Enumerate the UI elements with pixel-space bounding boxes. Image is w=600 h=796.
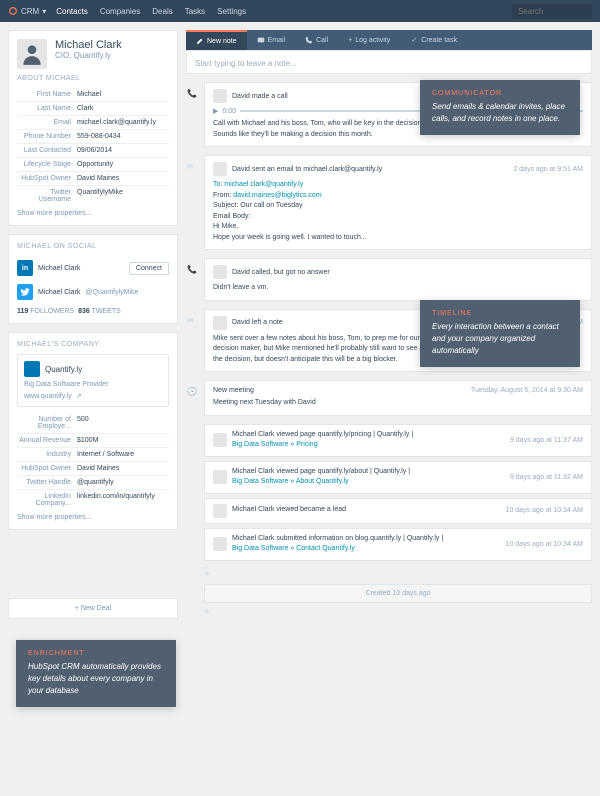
show-more-contact[interactable]: Show more properties... (17, 210, 169, 217)
property-row: Lifecycle StageOpportunity (17, 158, 169, 172)
tab-email[interactable]: Email (247, 30, 296, 50)
show-more-company[interactable]: Show more properties... (17, 514, 169, 521)
timeline-item[interactable]: 🕓New meetingTuesday, August 5, 2014 at 9… (204, 380, 592, 416)
callout-timeline: TIMELINE Every interaction between a con… (420, 300, 580, 367)
linkedin-icon: in (17, 260, 33, 276)
tab-task[interactable]: Create task (400, 30, 467, 50)
property-row: IndustryInternet / Software (17, 448, 169, 462)
nav-companies[interactable]: Companies (100, 7, 140, 16)
property-row: First NameMichael (17, 88, 169, 102)
new-deal-button[interactable]: + New Deal (8, 598, 178, 619)
timeline-type-icon: 🕓 (187, 387, 197, 397)
timeline-view-item[interactable]: Michael Clark viewed became a lead10 day… (204, 498, 592, 524)
timeline-item[interactable]: 📞David called, but got no answerDidn't l… (204, 258, 592, 301)
callout-enrichment: ENRICHMENT HubSpot CRM automatically pro… (16, 640, 176, 707)
pencil-icon (196, 37, 204, 45)
company-url[interactable]: www.quantify.ly↗ (24, 392, 162, 400)
note-input[interactable]: Start typing to leave a note... (186, 50, 592, 74)
property-row: Phone Number559-088-0434 (17, 130, 169, 144)
plus-row[interactable]: + (204, 565, 592, 584)
timeline-type-icon: 📞 (187, 265, 197, 275)
contact-name: Michael Clark (55, 39, 122, 51)
brand[interactable]: CRM▾ (8, 6, 46, 16)
property-row: HubSpot OwnerDavid Maines (17, 172, 169, 186)
property-row: Emailmichael.clark@quantify.ly (17, 116, 169, 130)
social-card: MICHAEL ON SOCIAL in Michael Clark Conne… (8, 234, 178, 324)
contact-title: CIO, Quantify.ly (55, 51, 122, 60)
company-label: MICHAEL'S COMPANY (17, 341, 169, 348)
timeline-type-icon: ✉ (187, 316, 197, 326)
property-row: Twitter UsernameQuantifylyMike (17, 186, 169, 206)
tab-log[interactable]: +Log activity (338, 30, 400, 50)
connect-button[interactable]: Connect (129, 262, 169, 275)
company-logo (24, 361, 40, 377)
search-input[interactable] (512, 4, 592, 19)
company-name: Quantify.ly (45, 365, 82, 374)
timeline-type-icon: ✉ (187, 162, 197, 172)
property-row: Twitter Handle@quantifyly (17, 476, 169, 490)
activity-tabs: New note Email Call +Log activity Create… (186, 30, 592, 50)
sprocket-icon (8, 6, 18, 16)
timeline-view-item[interactable]: Michael Clark viewed page quantify.ly/ab… (204, 461, 592, 494)
property-row: Last Contacted09/06/2014 (17, 144, 169, 158)
twitter-row[interactable]: Michael Clark @QuantifylyMike (17, 280, 169, 304)
contact-avatar (17, 39, 47, 69)
timeline-view-item[interactable]: Michael Clark submitted information on b… (204, 528, 592, 561)
callout-communicator: COMMUNICATOR Send emails & calendar invi… (420, 80, 580, 135)
nav-deals[interactable]: Deals (152, 7, 172, 16)
top-nav: CRM▾ Contacts Companies Deals Tasks Sett… (0, 0, 600, 22)
plus-icon: + (348, 37, 352, 44)
property-row: Number of Employe...500 (17, 413, 169, 434)
created-marker: Created 10 days ago (204, 584, 592, 603)
linkedin-row[interactable]: in Michael Clark Connect (17, 256, 169, 280)
company-sub: Big Data Software Provider (24, 381, 162, 388)
nav-settings[interactable]: Settings (217, 7, 246, 16)
twitter-icon (17, 284, 33, 300)
plus-row[interactable]: + (204, 603, 592, 622)
tab-call[interactable]: Call (295, 30, 338, 50)
property-row: HubSpot OwnerDavid Maines (17, 462, 169, 476)
property-row: LinkedIn Company...linkedin.com/in/quant… (17, 490, 169, 510)
contact-card: Michael Clark CIO, Quantify.ly ABOUT MIC… (8, 30, 178, 226)
about-label: ABOUT MICHAEL (17, 75, 169, 82)
envelope-icon (257, 36, 265, 44)
social-stats: 119 FOLLOWERS 836 TWEETS (17, 308, 169, 315)
timeline-item[interactable]: ✉David sent an email to michael.clark@qu… (204, 155, 592, 250)
nav-contacts[interactable]: Contacts (56, 7, 88, 16)
nav-tasks[interactable]: Tasks (185, 7, 205, 16)
timeline-type-icon: 📞 (187, 89, 197, 99)
timeline-view-item[interactable]: Michael Clark viewed page quantify.ly/pr… (204, 424, 592, 457)
company-card: MICHAEL'S COMPANY Quantify.ly Big Data S… (8, 332, 178, 530)
phone-icon (305, 36, 313, 44)
external-link-icon: ↗ (76, 392, 82, 400)
social-label: MICHAEL ON SOCIAL (17, 243, 169, 250)
property-row: Annual Revenue$100M (17, 434, 169, 448)
tab-new-note[interactable]: New note (186, 30, 247, 50)
check-icon (410, 36, 418, 44)
property-row: Last NameClark (17, 102, 169, 116)
